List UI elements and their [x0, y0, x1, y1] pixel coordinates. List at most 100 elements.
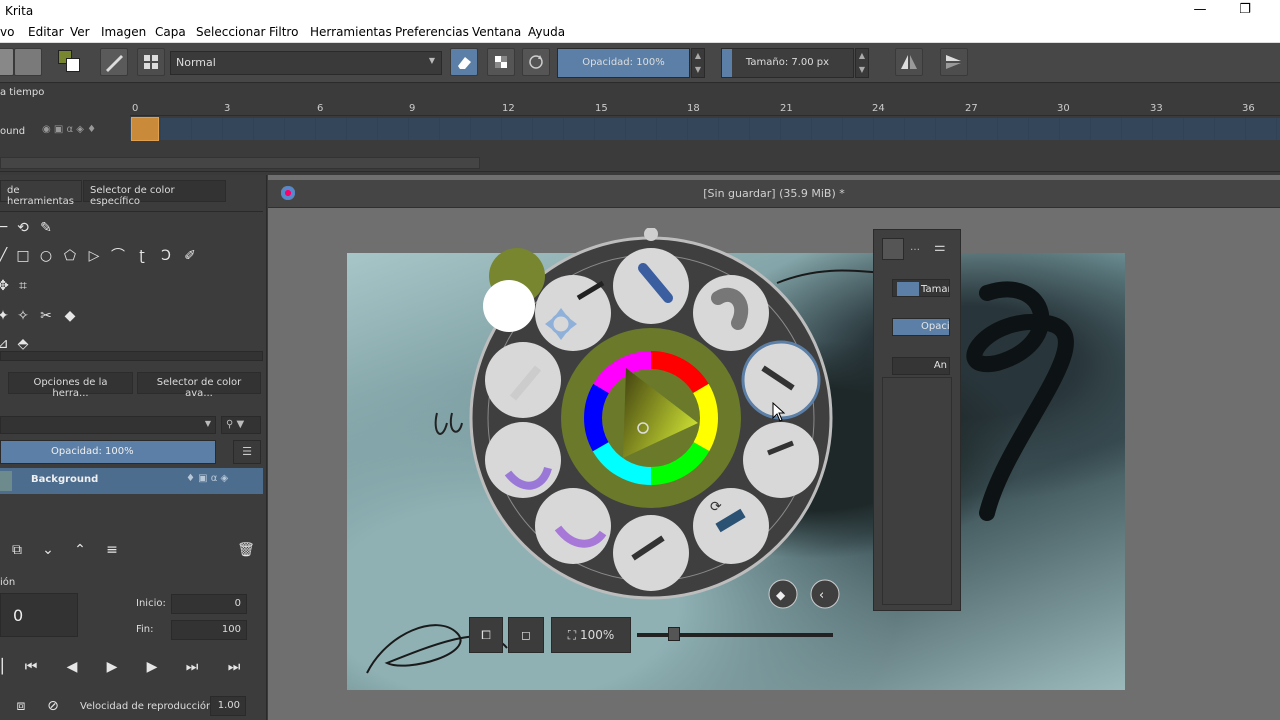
polyline-tool-icon[interactable]: ▷ — [85, 247, 103, 265]
background-color[interactable] — [66, 58, 80, 72]
next-keyframe-icon[interactable]: ⏭ — [183, 658, 201, 676]
popup-size-slider[interactable]: Tamaño — [892, 279, 950, 297]
mirror-vertical-button[interactable] — [940, 48, 968, 76]
brush-preset-slot[interactable] — [535, 488, 611, 564]
brush-preview-icon[interactable] — [882, 238, 904, 260]
tab-advanced-color[interactable]: Selector de color ava... — [137, 372, 261, 399]
menu-edit[interactable]: Editar — [28, 25, 64, 39]
previous-keyframe-icon[interactable]: ⏮ — [22, 658, 40, 676]
reload-preset-button[interactable] — [522, 48, 550, 76]
popup-palette[interactable]: ⟳ ◆ ‹ — [463, 228, 843, 612]
last-frame-icon[interactable]: ⏭ — [225, 658, 243, 676]
menu-filter[interactable]: Filtro — [269, 25, 298, 39]
crop-tool-icon[interactable]: ⌗ — [14, 277, 32, 295]
duplicate-layer-icon[interactable]: ⧉ — [8, 541, 26, 559]
current-frame-field[interactable]: 0 — [0, 593, 78, 637]
previous-frame-icon[interactable]: ◀ — [63, 658, 81, 676]
panel-collapse-bar[interactable] — [0, 351, 263, 361]
line-tool-icon[interactable]: ╱ — [0, 247, 12, 265]
layer-properties-button[interactable]: ☰ — [233, 440, 261, 464]
menu-select[interactable]: Seleccionar — [196, 25, 265, 39]
timeline-scrollbar[interactable] — [0, 157, 480, 169]
layer-row[interactable]: Background ♦ ▣ α ◈ — [0, 468, 263, 494]
pattern-swatch[interactable] — [14, 48, 42, 76]
menu-window[interactable]: Ventana — [472, 25, 521, 39]
layer-options-icon[interactable]: ≡ — [103, 541, 121, 559]
play-icon[interactable]: ▶ — [103, 658, 121, 676]
next-frame-icon[interactable]: ▶ — [143, 658, 161, 676]
brush-preset-slot[interactable] — [743, 422, 819, 498]
preserve-alpha-button[interactable] — [487, 48, 515, 76]
smart-patch-icon[interactable]: ✂ — [37, 307, 55, 325]
drop-frames-icon[interactable]: ⊘ — [44, 697, 62, 715]
zoom-slider-track[interactable] — [637, 633, 833, 637]
popup-angle-slider[interactable]: An — [892, 357, 950, 375]
opacity-slider[interactable]: Opacidad: 100% — [557, 48, 690, 78]
frame-ruler[interactable]: 0 3 6 9 12 15 18 21 24 27 30 33 36 — [130, 102, 1280, 116]
restore-button[interactable]: ❐ — [1225, 2, 1265, 20]
sliders-icon[interactable]: ⚌ — [934, 240, 946, 255]
tab-specific-color[interactable]: Selector de color específico — [83, 180, 226, 207]
mirror-canvas-button[interactable]: ⧠ — [469, 617, 503, 653]
pencil-icon[interactable]: ✐ — [181, 247, 199, 265]
layer-flags-icons[interactable]: ♦ ▣ α ◈ — [186, 473, 228, 484]
palette-background-color[interactable] — [483, 280, 535, 332]
delete-layer-icon[interactable]: 🗑 — [237, 541, 255, 559]
first-frame-icon[interactable]: ▏ — [0, 658, 16, 676]
layer-blend-select[interactable]: ▼ — [0, 416, 216, 434]
menu-help[interactable]: Ayuda — [528, 25, 565, 39]
timeline-layer-name[interactable]: ound — [0, 126, 25, 137]
rectangle-tool-icon[interactable]: □ — [14, 247, 32, 265]
eraser-mode-button[interactable] — [450, 48, 478, 76]
pen-icon[interactable]: ✎ — [37, 219, 55, 237]
minimize-button[interactable]: — — [1180, 2, 1220, 20]
bezier-tool-icon[interactable]: ⌒ — [109, 247, 127, 265]
popup-opacity-slider[interactable]: Opacio — [892, 318, 950, 336]
menu-layer[interactable]: Capa — [155, 25, 186, 39]
brush-settings-button[interactable] — [137, 48, 165, 76]
color-swatches[interactable] — [56, 48, 86, 76]
size-slider[interactable]: Tamaño: 7.00 px — [721, 48, 854, 78]
zoom-button[interactable]: ⛶ 100% — [551, 617, 631, 653]
tab-toolbox[interactable]: de herramientas — [0, 180, 82, 207]
start-field[interactable]: 0 — [171, 594, 247, 614]
gradient-tool-icon[interactable]: ✦ — [0, 307, 12, 325]
opacity-spinner[interactable]: ▲ ▼ — [691, 48, 705, 78]
menu-settings[interactable]: Preferencias — [395, 25, 469, 39]
tab-tool-options[interactable]: Opciones de la herra... — [8, 372, 133, 399]
speed-field[interactable]: 1.00 — [210, 696, 246, 716]
menu-image[interactable]: Imagen — [101, 25, 146, 39]
brush-preset-slot[interactable] — [613, 248, 689, 324]
fill-tool-icon[interactable]: ◆ — [61, 307, 79, 325]
size-spinner[interactable]: ▲ ▼ — [855, 48, 869, 78]
ellipse-tool-icon[interactable]: ○ — [37, 247, 55, 265]
freehand-path-icon[interactable]: ʈ — [133, 247, 151, 265]
onion-skin-icon[interactable]: ⧈ — [12, 697, 30, 715]
layer-opacity-slider[interactable]: Opacidad: 100% — [0, 440, 216, 464]
more-icon[interactable]: … — [910, 242, 920, 253]
gradient-swatch[interactable] — [0, 48, 14, 76]
end-field[interactable]: 100 — [171, 620, 247, 640]
colorize-tool-icon[interactable]: ✧ — [14, 307, 32, 325]
collapse-button[interactable] — [810, 579, 840, 609]
brush-preset-slot[interactable] — [613, 515, 689, 591]
clear-canvas-button[interactable]: ◻ — [508, 617, 544, 653]
menu-tools[interactable]: Herramientas — [310, 25, 392, 39]
polygon-tool-icon[interactable]: ⬠ — [61, 247, 79, 265]
layer-filter-button[interactable]: ⚲ ▼ — [221, 416, 261, 434]
layer-toggle-icons[interactable]: ◉ ▣ α ◈ ♦ — [42, 124, 128, 138]
brush-preset-button[interactable] — [100, 48, 128, 76]
move-layer-down-icon[interactable]: ⌄ — [39, 541, 57, 559]
mirror-horizontal-button[interactable] — [895, 48, 923, 76]
multibrush-icon[interactable]: ⟲ — [14, 219, 32, 237]
brush-preset-slot[interactable] — [693, 275, 769, 351]
frame-track[interactable] — [130, 118, 1280, 140]
select-icon[interactable]: ⌐ — [0, 219, 12, 237]
menu-view[interactable]: Ver — [70, 25, 90, 39]
zoom-slider-handle[interactable] — [668, 627, 681, 641]
menu-file[interactable]: vo — [0, 25, 14, 39]
blend-mode-select[interactable]: Normal ▼ — [170, 51, 442, 75]
current-frame-cell[interactable] — [131, 117, 159, 141]
move-tool-icon[interactable]: ✥ — [0, 277, 12, 295]
move-layer-up-icon[interactable]: ⌃ — [71, 541, 89, 559]
